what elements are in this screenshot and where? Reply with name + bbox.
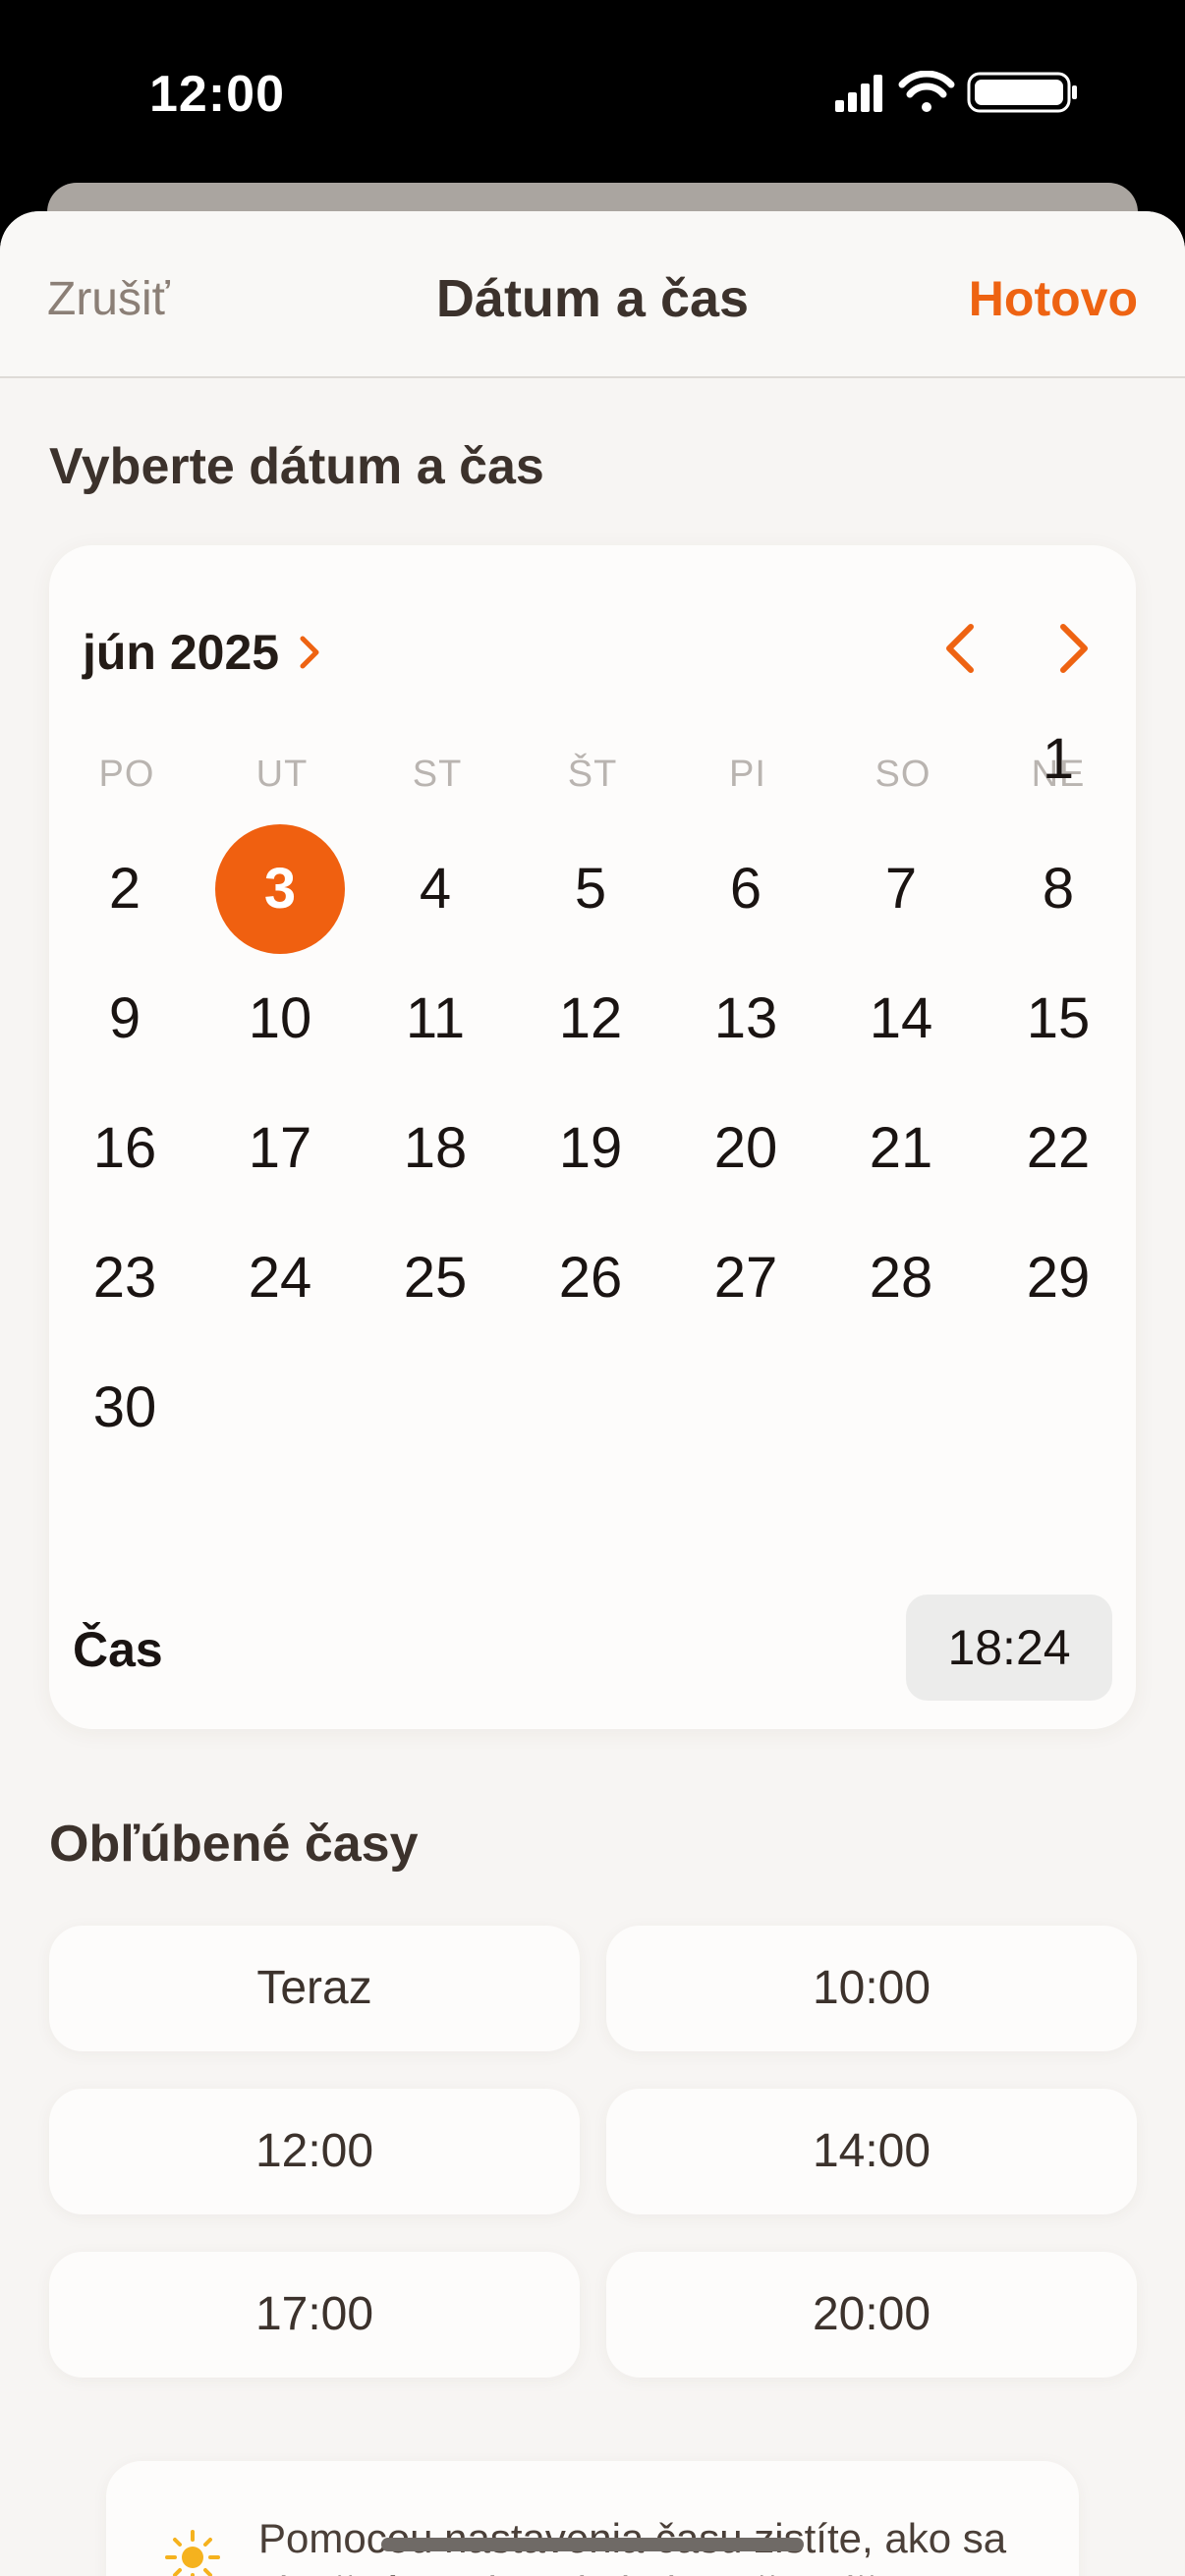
month-selector[interactable]: jún 2025: [83, 624, 322, 681]
day-cell[interactable]: 4: [370, 824, 500, 954]
day-cell[interactable]: 19: [526, 1084, 655, 1213]
day-cell[interactable]: 13: [681, 954, 811, 1084]
time-label: Čas: [73, 1622, 163, 1677]
day-cell[interactable]: 22: [993, 1084, 1123, 1213]
day-cell[interactable]: 11: [370, 954, 500, 1084]
day-cell[interactable]: 24: [215, 1213, 345, 1343]
done-button[interactable]: Hotovo: [969, 270, 1138, 327]
status-icons: [835, 70, 1081, 114]
day-cell[interactable]: 18: [370, 1084, 500, 1213]
home-indicator[interactable]: [381, 2538, 804, 2551]
day-cell[interactable]: 29: [993, 1213, 1123, 1343]
day-cell[interactable]: 2: [60, 824, 190, 954]
day-cell[interactable]: 8: [993, 824, 1123, 954]
weekday-header: PO UT ST ŠT PI SO NE: [49, 754, 1136, 803]
day-cell[interactable]: 12: [526, 954, 655, 1084]
day-cell-selected[interactable]: 3: [215, 824, 345, 954]
favorite-time-button[interactable]: 10:00: [606, 1926, 1137, 2051]
day-cell[interactable]: 6: [681, 824, 811, 954]
day-cell[interactable]: 21: [836, 1084, 966, 1213]
day-cell[interactable]: 25: [370, 1213, 500, 1343]
day-cell[interactable]: 10: [215, 954, 345, 1084]
favorite-time-button[interactable]: 14:00: [606, 2089, 1137, 2214]
weekday-label: UT: [255, 754, 309, 795]
favorite-time-button[interactable]: 17:00: [49, 2252, 580, 2378]
prev-month-button[interactable]: [933, 619, 992, 678]
favorite-time-button[interactable]: 12:00: [49, 2089, 580, 2214]
cellular-signal-icon: [835, 75, 882, 112]
day-cell[interactable]: 7: [836, 824, 966, 954]
time-picker-button[interactable]: 18:24: [906, 1595, 1112, 1701]
favorite-time-button[interactable]: 20:00: [606, 2252, 1137, 2378]
status-bar: 12:00: [0, 0, 1185, 187]
battery-icon: [967, 72, 1077, 113]
weekday-label: ST: [412, 754, 463, 795]
weekday-label: PO: [98, 754, 155, 795]
day-cell[interactable]: 26: [526, 1213, 655, 1343]
calendar-card: jún 2025 PO UT ST ŠT PI SO NE 1 2 3 4 5 …: [49, 545, 1136, 1729]
day-cell[interactable]: 9: [60, 954, 190, 1084]
status-time: 12:00: [149, 66, 285, 123]
day-cell[interactable]: 16: [60, 1084, 190, 1213]
status-indicators: [835, 70, 1077, 113]
day-cell[interactable]: 28: [836, 1213, 966, 1343]
month-label: jún 2025: [83, 625, 280, 680]
tip-card: Pomocou nastavenia času zistíte, ako sa …: [106, 2461, 1079, 2576]
date-time-sheet: Zrušiť Dátum a čas Hotovo Vyberte dátum …: [0, 211, 1185, 2576]
day-cell[interactable]: 17: [215, 1084, 345, 1213]
chevron-right-icon: [300, 636, 319, 669]
weekday-label: PI: [729, 754, 766, 795]
day-cell[interactable]: 5: [526, 824, 655, 954]
day-cell[interactable]: 14: [836, 954, 966, 1084]
favorite-time-button[interactable]: Teraz: [49, 1926, 580, 2051]
section-title-favorites: Obľúbené časy: [49, 1816, 419, 1873]
nav-bar: Zrušiť Dátum a čas Hotovo: [0, 211, 1185, 378]
sun-icon: [165, 2530, 220, 2576]
day-cell[interactable]: 20: [681, 1084, 811, 1213]
weekday-label: SO: [875, 754, 931, 795]
day-cell[interactable]: 23: [60, 1213, 190, 1343]
day-cell[interactable]: 1: [993, 695, 1123, 824]
day-cell[interactable]: 15: [993, 954, 1123, 1084]
weekday-label: ŠT: [567, 754, 618, 795]
section-title-picker: Vyberte dátum a čas: [49, 438, 544, 495]
day-cell[interactable]: 27: [681, 1213, 811, 1343]
day-cell[interactable]: 30: [60, 1343, 190, 1473]
wifi-icon: [898, 70, 955, 112]
next-month-button[interactable]: [1042, 619, 1100, 678]
